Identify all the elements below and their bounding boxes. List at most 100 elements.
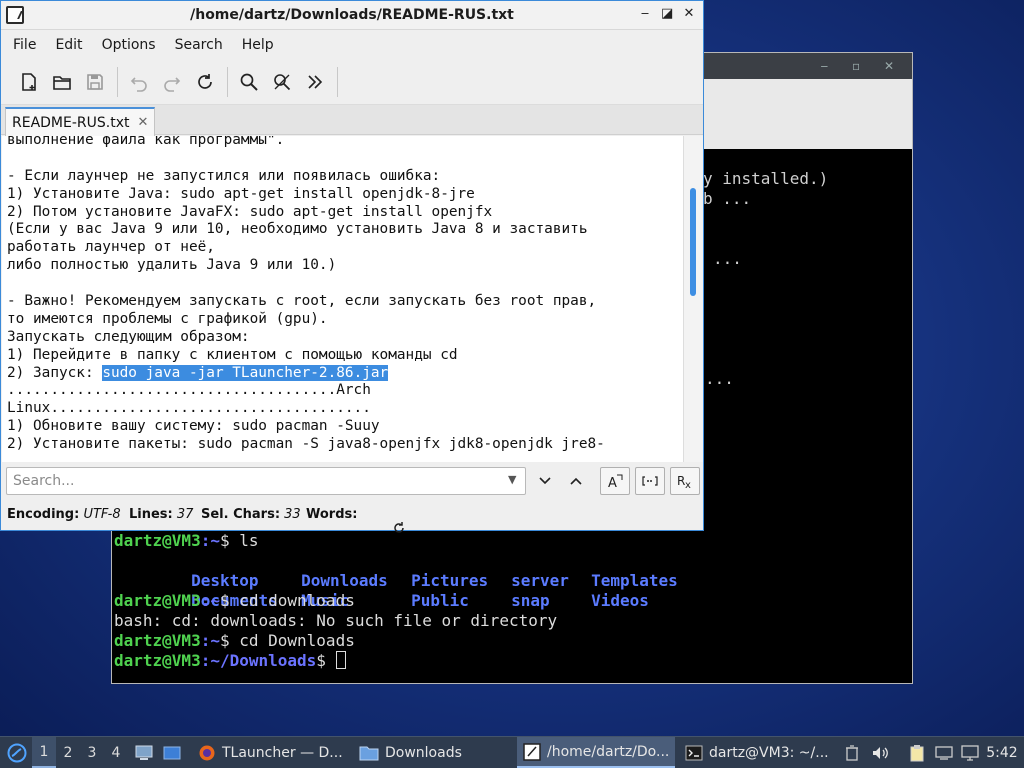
find-previous-button[interactable] (564, 469, 588, 493)
reload-icon (198, 74, 212, 89)
svg-text:A: A (608, 476, 617, 490)
tray-volume[interactable] (869, 737, 891, 768)
regex-icon: Rx (677, 474, 691, 490)
tab-bar: README-RUS.txt ✕ (1, 105, 703, 136)
terminal-command-line: dartz@VM3:~$ cd downloads (114, 591, 355, 610)
regex-button[interactable]: Rx (670, 467, 700, 495)
featherpad-icon (523, 742, 541, 761)
save-button[interactable] (81, 68, 109, 96)
toolbar (1, 60, 703, 105)
terminal-partial-line: ... (713, 249, 742, 268)
text-line (7, 150, 605, 168)
text-line: 1) Перейдите в папку с клиентом с помощь… (7, 346, 458, 363)
new-file-icon (22, 73, 36, 91)
start-menu-button[interactable] (4, 737, 30, 768)
text-line: 1) Обновите вашу систему: sudo pacman -S… (7, 418, 380, 435)
terminal-partial-line: y installed.) (703, 169, 829, 188)
match-case-icon: A (608, 474, 623, 490)
menu-search[interactable]: Search (169, 37, 229, 53)
replace-button[interactable] (268, 68, 296, 96)
status-lines: Lines: 37 (129, 507, 194, 522)
new-file-button[interactable] (15, 68, 43, 96)
terminal-command-line: dartz@VM3:~$ cd Downloads (114, 631, 355, 650)
toolbar-separator (117, 67, 118, 97)
redo-button[interactable] (158, 68, 186, 96)
redo-icon (164, 77, 181, 92)
task-downloads[interactable]: Downloads (353, 737, 513, 768)
ls-row: Desktop Downloads Pictures server Templates (191, 571, 678, 590)
terminal-current-prompt[interactable]: dartz@VM3:~/Downloads$ (114, 651, 346, 671)
text-line: - Если лаунчер не запустился или появила… (7, 167, 441, 184)
tray-clipboard[interactable] (906, 737, 928, 768)
tray-trash[interactable] (842, 737, 862, 768)
find-next-button[interactable] (533, 469, 557, 493)
vertical-scrollbar[interactable] (683, 136, 703, 462)
firefox-icon (199, 745, 215, 760)
text-content: выполнение файла как программы". - Если … (7, 136, 605, 454)
terminal-window-buttons[interactable]: ‒ ▫ ✕ (821, 59, 904, 73)
workspace-3[interactable]: 3 (80, 737, 104, 768)
restore-button[interactable]: ◪ (661, 6, 673, 21)
reload-button[interactable] (191, 68, 219, 96)
menu-edit[interactable]: Edit (49, 37, 88, 53)
find-button[interactable] (235, 68, 263, 96)
folder-open-icon (53, 76, 71, 90)
text-line: Linux...................................… (7, 400, 371, 417)
menu-options[interactable]: Options (96, 37, 162, 53)
editor-titlebar[interactable]: /home/dartz/Downloads/README-RUS.txt ‒ ◪… (1, 1, 703, 30)
tray-network[interactable] (932, 737, 956, 768)
whole-word-button[interactable] (635, 467, 665, 495)
menubar: File Edit Options Search Help (1, 30, 703, 60)
more-tools-button[interactable] (301, 68, 329, 96)
text-line: работать лаунчер от неё, (7, 239, 215, 256)
tray-display[interactable] (959, 737, 981, 768)
terminal-icon (685, 745, 703, 760)
minimize-button[interactable]: ‒ (639, 6, 651, 21)
task-featherpad[interactable]: /home/dartz/Do... (517, 737, 675, 768)
workspace-1[interactable]: 1 (32, 737, 56, 768)
selected-text: sudo java -jar TLauncher-2.86.jar (102, 364, 389, 381)
refresh-word-count-icon[interactable] (367, 506, 406, 554)
search-input[interactable] (6, 467, 526, 495)
editor-window[interactable]: /home/dartz/Downloads/README-RUS.txt ‒ ◪… (0, 0, 704, 533)
speaker-icon (873, 746, 888, 759)
save-icon (87, 74, 103, 90)
clock[interactable]: 5:42 (980, 737, 1024, 768)
close-window-button[interactable]: ✕ (683, 6, 695, 21)
toolbar-separator (227, 67, 228, 97)
desktop-icon (135, 745, 153, 760)
terminal-ls-output: Desktop Downloads Pictures server Templates … (114, 551, 678, 610)
terminal-partial-line: ... (705, 369, 734, 388)
text-line: - Важно! Рекомендуем запускать с root, е… (7, 293, 597, 310)
trash-icon (846, 744, 858, 761)
window-icon (163, 746, 181, 759)
chevron-down-icon[interactable]: ▼ (508, 473, 516, 486)
taskbar: 1 2 3 4 TLauncher — D... Downloads /home… (0, 736, 1024, 768)
close-tab-icon[interactable]: ✕ (137, 115, 148, 130)
quicklaunch-window[interactable] (160, 737, 184, 768)
text-line: (Если у вас Java 9 или 10, необходимо ус… (7, 221, 588, 238)
workspace-2[interactable]: 2 (56, 737, 80, 768)
network-icon (935, 745, 953, 760)
tab-readme-rus[interactable]: README-RUS.txt ✕ (5, 107, 155, 136)
task-terminal[interactable]: dartz@VM3: ~/... (679, 737, 829, 768)
clipboard-icon (910, 744, 924, 761)
menu-file[interactable]: File (7, 37, 42, 53)
status-encoding: Encoding: UTF-8 (7, 507, 121, 522)
scrollbar-thumb[interactable] (690, 188, 696, 296)
workspace-4[interactable]: 4 (104, 737, 128, 768)
menu-help[interactable]: Help (236, 37, 280, 53)
task-tlauncher[interactable]: TLauncher — D... (192, 737, 347, 768)
chevron-up-icon (570, 477, 582, 485)
text-line: Запускать следующим образом: (7, 328, 250, 345)
text-line: 2) Установите пакеты: sudo pacman -S jav… (7, 436, 605, 453)
open-file-button[interactable] (48, 68, 76, 96)
match-case-button[interactable]: A (600, 467, 630, 495)
search-bar: ▼ A Rx (2, 463, 703, 501)
tab-label: README-RUS.txt (12, 114, 130, 131)
undo-button[interactable] (125, 68, 153, 96)
lubuntu-logo-icon (7, 743, 27, 762)
text-editor-area[interactable]: выполнение файла как программы". - Если … (2, 136, 683, 462)
quicklaunch-terminal[interactable] (133, 737, 155, 768)
window-controls: ‒ ◪ ✕ (639, 6, 695, 21)
